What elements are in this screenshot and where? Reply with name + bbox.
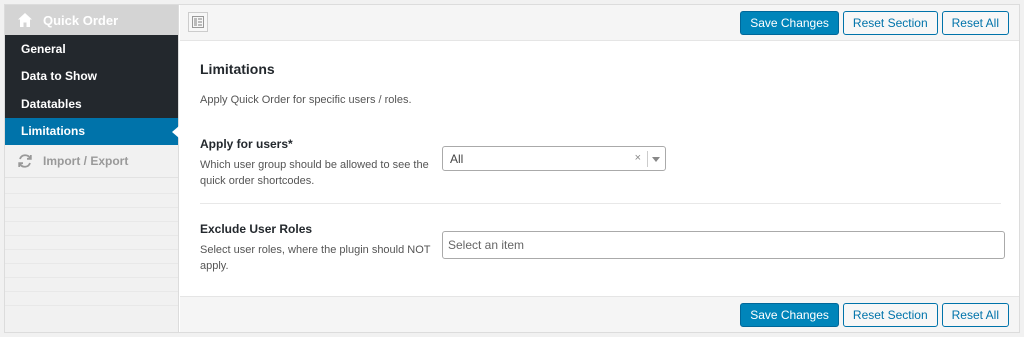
options-panel: Quick Order General Data to Show Datatab…	[4, 4, 1020, 333]
import-export-label: Import / Export	[43, 154, 129, 168]
clear-icon[interactable]: ×	[635, 152, 641, 164]
save-button[interactable]: Save Changes	[740, 302, 839, 327]
sync-icon	[18, 154, 32, 168]
apply-users-value: All	[450, 151, 464, 166]
apply-users-description: Which user group should be allowed to se…	[200, 159, 429, 187]
sidebar-item-label: Datatables	[21, 96, 82, 111]
sidebar: Quick Order General Data to Show Datatab…	[5, 5, 179, 332]
reset-all-button[interactable]: Reset All	[941, 302, 1009, 327]
select-separator	[647, 151, 648, 167]
field-divider	[200, 203, 1001, 204]
sidebar-nav: General Data to Show Datatables Limitati…	[5, 35, 179, 145]
sidebar-brand[interactable]: Quick Order	[5, 5, 178, 35]
exclude-roles-placeholder: Select an item	[448, 238, 525, 252]
exclude-roles-select[interactable]: Select an item	[442, 231, 1005, 259]
sidebar-item-datatables[interactable]: Datatables	[5, 90, 178, 118]
apply-users-select[interactable]: All ×	[442, 146, 666, 171]
save-button[interactable]: Save Changes	[740, 10, 839, 35]
main-area: Save Changes Reset Section Reset All Lim…	[180, 5, 1019, 332]
section-title: Limitations	[200, 61, 275, 77]
top-toolbar: Save Changes Reset Section Reset All	[180, 5, 1019, 41]
layout-toggle-glyph	[192, 16, 204, 28]
chevron-down-icon[interactable]	[652, 157, 660, 162]
sidebar-item-import-export[interactable]: Import / Export	[5, 145, 178, 178]
sidebar-filler	[5, 180, 178, 332]
sidebar-item-general[interactable]: General	[5, 35, 178, 63]
sidebar-item-label: Limitations	[21, 124, 86, 139]
section-description: Apply Quick Order for specific users / r…	[200, 94, 412, 106]
section-content: Limitations Apply Quick Order for specif…	[180, 42, 1019, 295]
brand-label: Quick Order	[43, 12, 119, 28]
reset-section-button[interactable]: Reset Section	[842, 302, 938, 327]
reset-section-button[interactable]: Reset Section	[842, 10, 938, 35]
layout-toggle-icon[interactable]	[188, 12, 208, 32]
sidebar-item-limitations[interactable]: Limitations	[5, 117, 179, 145]
sidebar-item-data-to-show[interactable]: Data to Show	[5, 63, 178, 91]
reset-all-button[interactable]: Reset All	[941, 10, 1009, 35]
bottom-toolbar: Save Changes Reset Section Reset All	[180, 296, 1019, 332]
home-icon	[18, 13, 32, 27]
sidebar-item-label: Data to Show	[21, 69, 98, 84]
sidebar-item-label: General	[21, 41, 66, 56]
exclude-roles-description: Select user roles, where the plugin shou…	[200, 244, 431, 272]
